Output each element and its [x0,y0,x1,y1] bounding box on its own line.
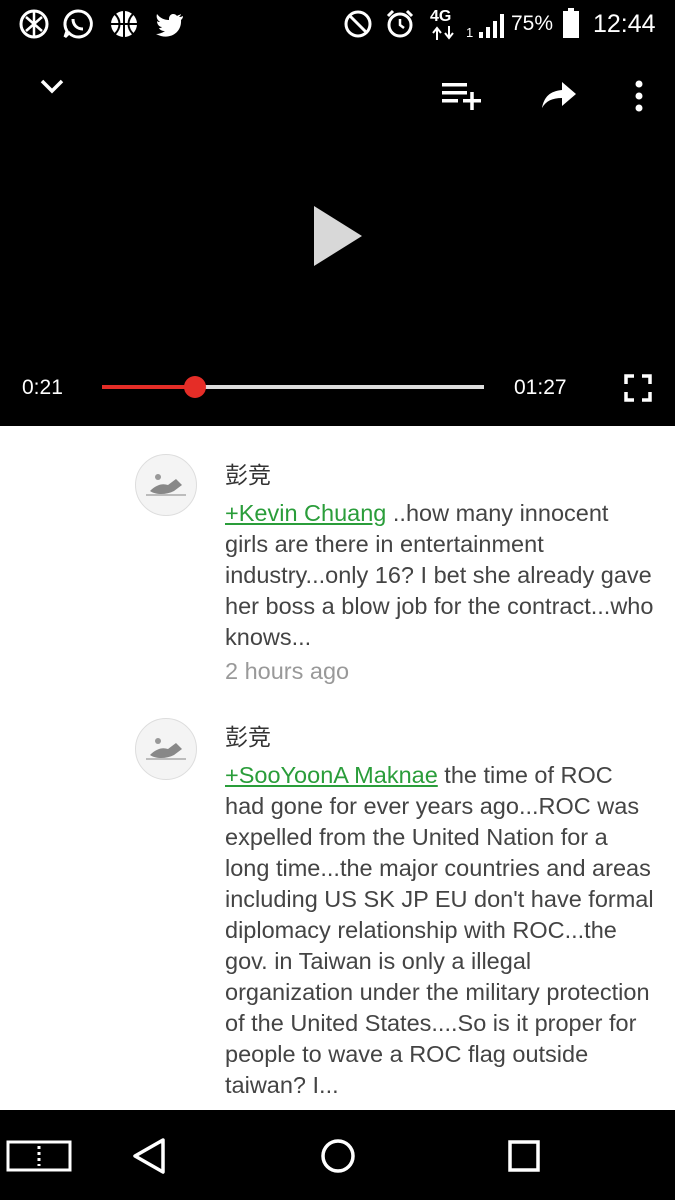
seek-bar[interactable] [102,376,484,398]
add-to-playlist-icon[interactable] [442,80,482,110]
status-bar: 4G 1 75% 12:44 [0,0,675,48]
dribbble-style-app-icon [19,9,49,39]
video-player[interactable]: 0:21 01:27 [0,48,675,426]
signal-icon [479,14,504,38]
comment-mention-link[interactable]: +Kevin Chuang [225,500,386,526]
clock: 12:44 [593,10,656,38]
play-icon[interactable] [310,204,366,268]
share-icon[interactable] [540,80,578,110]
twitter-icon [156,13,183,37]
network-type: 4G [430,8,452,25]
comment-mention-link[interactable]: +SooYoonA Maknae [225,762,438,788]
comment-list[interactable]: 彭竞 +Kevin Chuang ..how many innocent gir… [0,426,675,1110]
comment-body-text: the time of ROC had gone for ever years … [225,762,654,1098]
do-not-disturb-icon [344,10,372,38]
minimize-chevron-down-icon[interactable] [38,74,66,98]
comment-author[interactable]: 彭竞 [225,456,271,490]
back-icon[interactable] [130,1136,168,1176]
basketball-icon [111,11,137,37]
avatar[interactable] [135,454,197,516]
avatar[interactable] [135,718,197,780]
comment-text: +Kevin Chuang ..how many innocent girls … [225,498,655,653]
comment-timestamp: 2 hours ago [225,658,350,684]
more-options-icon[interactable] [630,78,648,114]
avatar-image-icon [146,738,186,760]
elapsed-time: 0:21 [22,376,63,399]
comment-text: +SooYoonA Maknae the time of ROC had gon… [225,760,655,1101]
sim-slot: 1 [466,25,474,40]
home-icon[interactable] [318,1136,358,1176]
network-4g-icon [432,26,454,40]
battery-icon [563,8,579,38]
menu-icon[interactable] [6,1140,72,1172]
seek-bar-played [102,385,196,389]
seek-bar-thumb[interactable] [184,376,207,398]
alarm-icon [386,9,414,38]
fullscreen-icon[interactable] [624,374,652,402]
whatsapp-icon [63,9,93,39]
comment-author[interactable]: 彭竞 [225,718,271,752]
avatar-image-icon [146,474,186,496]
duration-time: 01:27 [514,376,567,399]
recent-apps-icon[interactable] [506,1138,542,1174]
navigation-bar [0,1110,675,1200]
battery-percent: 75% [511,12,554,35]
